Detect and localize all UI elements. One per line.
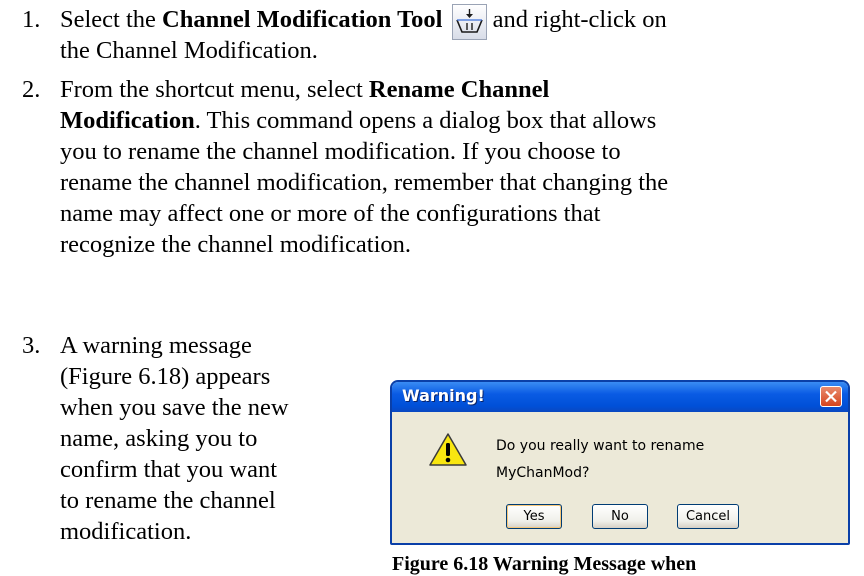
step-2-line-4: rename the channel modification, remembe… [60, 169, 669, 196]
step-3-line: to rename the channel [60, 487, 276, 514]
step-text: From the shortcut menu, select [60, 76, 369, 103]
dialog-titlebar[interactable]: Warning! [392, 382, 848, 412]
step-1: 1. Select the Channel Modification Tool … [22, 4, 852, 74]
step-3-line: A warning message [60, 332, 252, 359]
step-2-line-6: recognize the channel modification. [60, 231, 412, 258]
step-number: 3. [22, 332, 41, 359]
yes-button[interactable]: Yes [506, 504, 562, 529]
step-3: 3. A warning message (Figure 6.18) appea… [22, 330, 362, 560]
cancel-button[interactable]: Cancel [677, 504, 739, 529]
step-3-line: when you save the new [60, 394, 289, 421]
step-3-line: confirm that you want [60, 456, 278, 483]
menu-command: Modification [60, 107, 195, 134]
step-2-line-5: name may affect one or more of the confi… [60, 200, 601, 227]
close-button[interactable] [820, 386, 842, 407]
dialog-message-line: Do you really want to rename [496, 438, 705, 454]
channel-modification-tool-icon [452, 4, 487, 40]
dialog-body: Do you really want to rename MyChanMod? … [392, 412, 848, 543]
step-3-line: modification. [60, 518, 192, 545]
step-text: . This command opens a dialog box that a… [194, 107, 657, 134]
step-text: and right-click on [486, 6, 667, 33]
step-number: 1. [22, 6, 41, 33]
dialog-message-line: MyChanMod? [496, 465, 590, 481]
no-button[interactable]: No [592, 504, 648, 529]
figure-caption: Figure 6.18 Warning Message when [392, 553, 697, 575]
step-text: Select the [60, 6, 163, 33]
step-2-line-3: you to rename the channel modification. … [60, 138, 621, 165]
step-number: 2. [22, 76, 41, 103]
step-3-line: (Figure 6.18) appears [60, 363, 271, 390]
close-icon [825, 390, 837, 403]
step-2-line-2: Modification. This command opens a dialo… [60, 105, 860, 136]
menu-command: Rename Channel [368, 76, 550, 103]
document-page: 1. Select the Channel Modification Tool … [0, 0, 864, 575]
step-2-line-1: From the shortcut menu, select Rename Ch… [60, 74, 860, 105]
warning-dialog: Warning! Do you really want to rename My… [390, 380, 850, 545]
dialog-title: Warning! [402, 386, 485, 405]
warning-icon [428, 432, 468, 468]
step-2: 2. From the shortcut menu, select Rename… [22, 74, 852, 264]
dialog-message: Do you really want to rename MyChanMod? [496, 433, 704, 487]
step-3-line: name, asking you to [60, 425, 258, 452]
tool-name: Channel Modification Tool [162, 6, 443, 33]
